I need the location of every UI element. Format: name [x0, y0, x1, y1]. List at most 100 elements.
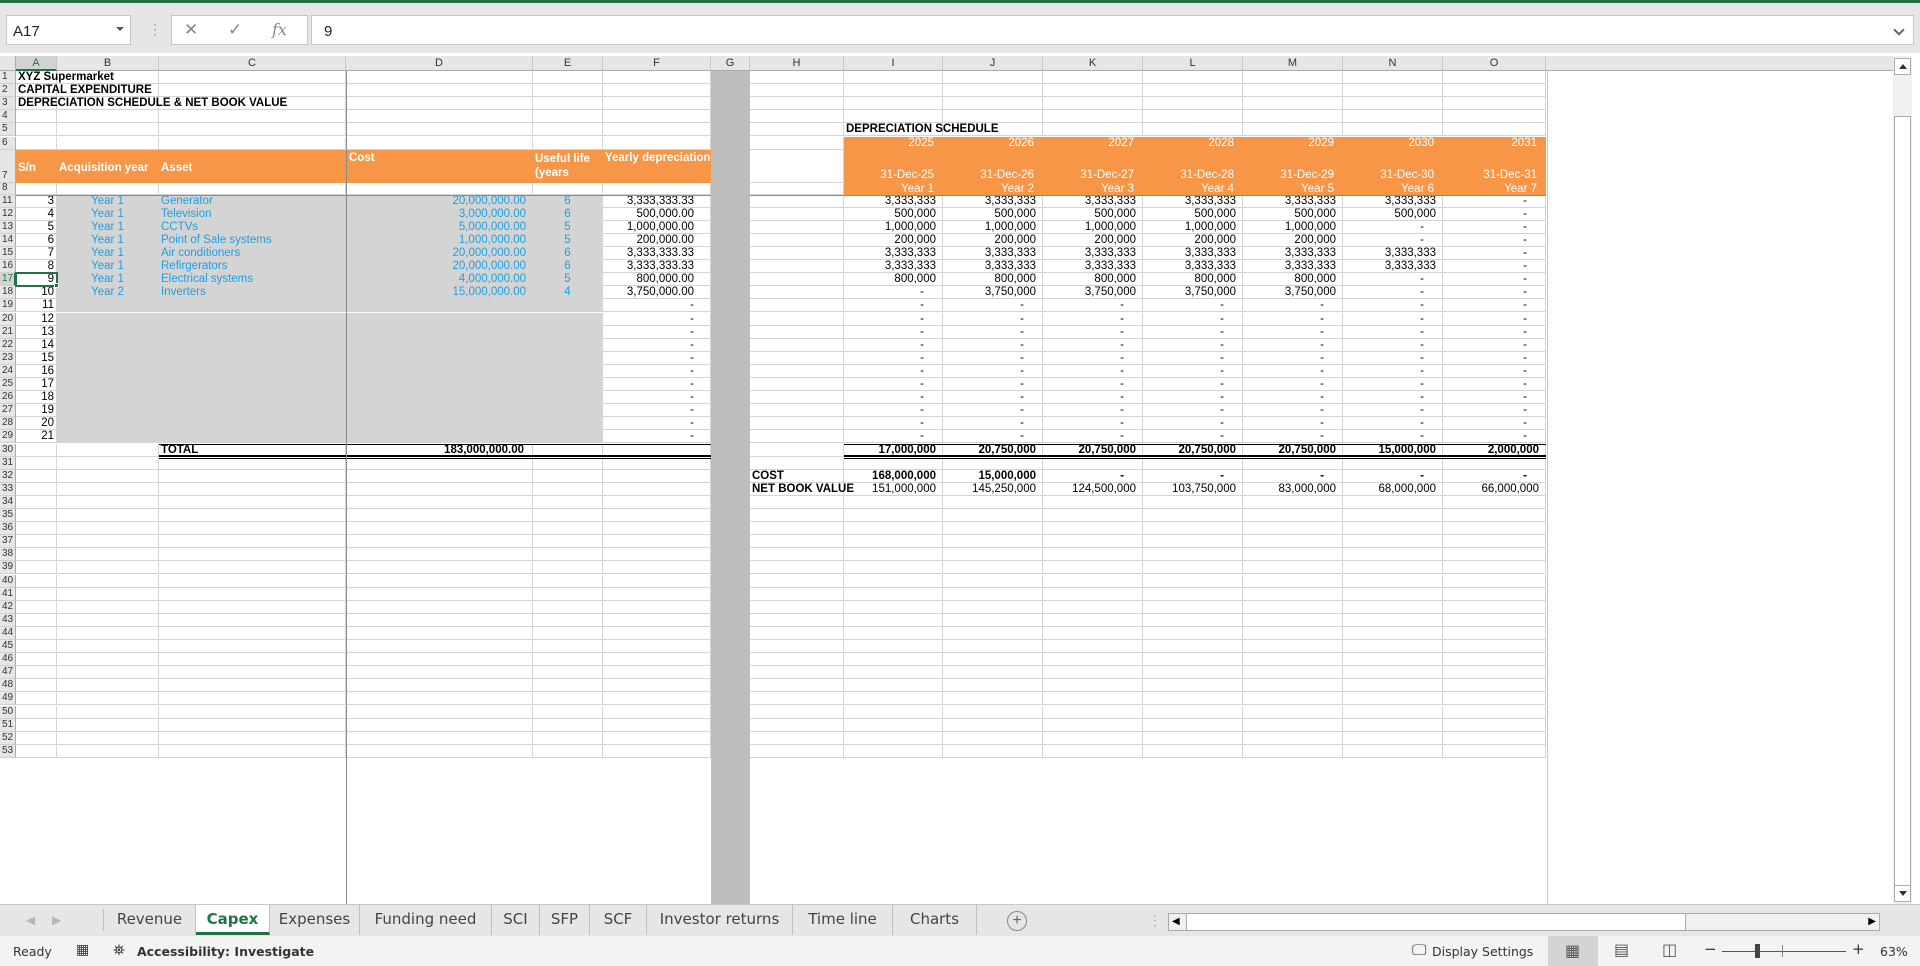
- dep-value-cell[interactable]: -: [1443, 233, 1546, 247]
- cell[interactable]: [159, 731, 346, 745]
- cell[interactable]: [16, 509, 57, 523]
- cell[interactable]: [603, 548, 711, 562]
- cell[interactable]: [844, 110, 943, 124]
- dep-value-cell[interactable]: 3,750,000: [1143, 286, 1243, 300]
- cell[interactable]: [750, 718, 844, 732]
- sheet-tab-revenue[interactable]: Revenue: [104, 905, 196, 935]
- cell[interactable]: [1243, 587, 1343, 601]
- cost-cell[interactable]: -: [1143, 469, 1243, 483]
- cell[interactable]: [16, 522, 57, 536]
- sn-cell[interactable]: 19: [16, 404, 57, 418]
- cost-cell[interactable]: 168,000,000: [844, 469, 943, 483]
- cell[interactable]: [1443, 97, 1546, 111]
- cost-cell[interactable]: [346, 404, 533, 418]
- select-all-corner[interactable]: [0, 56, 16, 71]
- accessibility-icon[interactable]: ⛯: [113, 941, 125, 959]
- cell[interactable]: [844, 600, 943, 614]
- dep-value-cell[interactable]: 1,000,000: [844, 220, 943, 234]
- cell[interactable]: [844, 718, 943, 732]
- row-header-20[interactable]: 20: [0, 312, 16, 326]
- cell[interactable]: [750, 312, 844, 326]
- cell[interactable]: [57, 705, 159, 719]
- scroll-right-icon[interactable]: ▶: [1868, 916, 1876, 927]
- column-header-k[interactable]: K: [1043, 56, 1143, 71]
- dep-value-cell[interactable]: -: [1043, 338, 1143, 352]
- cell[interactable]: [16, 495, 57, 509]
- cell[interactable]: [1343, 744, 1443, 758]
- useful-life-cell[interactable]: 6: [533, 194, 603, 208]
- cell[interactable]: [750, 430, 844, 444]
- cost-cell[interactable]: 1,000,000.00: [346, 233, 533, 247]
- nbv-cell[interactable]: 151,000,000: [844, 482, 943, 496]
- dep-value-cell[interactable]: -: [1443, 338, 1546, 352]
- zoom-out-button[interactable]: −: [1704, 940, 1717, 958]
- dep-value-cell[interactable]: 3,750,000: [1243, 286, 1343, 300]
- cell[interactable]: [750, 351, 844, 365]
- dep-value-cell[interactable]: 500,000: [1043, 207, 1143, 221]
- dep-value-cell[interactable]: -: [1343, 299, 1443, 313]
- cell[interactable]: [750, 561, 844, 575]
- dep-value-cell[interactable]: 200,000: [844, 233, 943, 247]
- dep-value-cell[interactable]: -: [1343, 378, 1443, 392]
- cell[interactable]: [159, 744, 346, 758]
- dep-value-cell[interactable]: -: [1343, 325, 1443, 339]
- new-sheet-button[interactable]: +: [1007, 911, 1027, 931]
- cell[interactable]: [1243, 692, 1343, 706]
- acquisition-year-cell[interactable]: [57, 325, 159, 339]
- cell[interactable]: [844, 666, 943, 680]
- dep-value-cell[interactable]: -: [943, 391, 1043, 405]
- cell[interactable]: [1043, 731, 1143, 745]
- cell[interactable]: [943, 574, 1043, 588]
- dep-value-cell[interactable]: -: [943, 351, 1043, 365]
- cost-cell[interactable]: 15,000,000: [943, 469, 1043, 483]
- cell[interactable]: [16, 561, 57, 575]
- cell[interactable]: [1243, 600, 1343, 614]
- cell[interactable]: [346, 84, 533, 98]
- header-acquisition-year[interactable]: Acquisition year: [57, 149, 159, 183]
- cell[interactable]: [1143, 495, 1243, 509]
- cell[interactable]: [750, 626, 844, 640]
- cell[interactable]: [1143, 640, 1243, 654]
- dep-value-cell[interactable]: -: [1443, 273, 1546, 287]
- cell[interactable]: [533, 469, 603, 483]
- cell[interactable]: [603, 522, 711, 536]
- cell[interactable]: [943, 626, 1043, 640]
- sheet-tab-expenses[interactable]: Expenses: [270, 905, 360, 935]
- yearly-depreciation-cell[interactable]: 3,333,333.33: [603, 194, 711, 208]
- cell[interactable]: [1143, 666, 1243, 680]
- dep-value-cell[interactable]: 200,000: [1143, 233, 1243, 247]
- header-sn[interactable]: S/n: [16, 149, 57, 183]
- dep-period-header[interactable]: Year 5: [1243, 182, 1343, 195]
- cell[interactable]: [533, 744, 603, 758]
- dep-value-cell[interactable]: -: [943, 404, 1043, 418]
- cell[interactable]: [1243, 123, 1343, 137]
- header-cost[interactable]: Cost: [346, 149, 533, 183]
- dep-value-cell[interactable]: -: [1343, 233, 1443, 247]
- cell[interactable]: [16, 705, 57, 719]
- dep-value-cell[interactable]: 3,333,333: [1343, 260, 1443, 274]
- cell[interactable]: [533, 640, 603, 654]
- cell[interactable]: [346, 626, 533, 640]
- column-header-c[interactable]: C: [159, 56, 346, 71]
- asset-cell[interactable]: CCTVs: [159, 220, 346, 234]
- cell[interactable]: [1243, 653, 1343, 667]
- acquisition-year-cell[interactable]: [57, 417, 159, 431]
- useful-life-cell[interactable]: 5: [533, 220, 603, 234]
- cell[interactable]: [57, 123, 159, 137]
- cost-cell[interactable]: [346, 299, 533, 313]
- column-header-n[interactable]: N: [1343, 56, 1443, 71]
- asset-cell[interactable]: Electrical systems: [159, 273, 346, 287]
- cell[interactable]: [943, 110, 1043, 124]
- cell[interactable]: [57, 561, 159, 575]
- cell[interactable]: [1343, 84, 1443, 98]
- row-header-41[interactable]: 41: [0, 587, 16, 601]
- cell[interactable]: [1143, 705, 1243, 719]
- dep-date-header[interactable]: 31-Dec-25: [844, 149, 943, 183]
- cell[interactable]: [750, 456, 844, 470]
- nbv-cell[interactable]: 124,500,000: [1043, 482, 1143, 496]
- row-header-19[interactable]: 19: [0, 299, 16, 313]
- cell[interactable]: [533, 136, 603, 150]
- header-useful-life[interactable]: Useful life (years: [533, 149, 603, 183]
- cell[interactable]: [159, 123, 346, 137]
- dep-value-cell[interactable]: -: [1143, 351, 1243, 365]
